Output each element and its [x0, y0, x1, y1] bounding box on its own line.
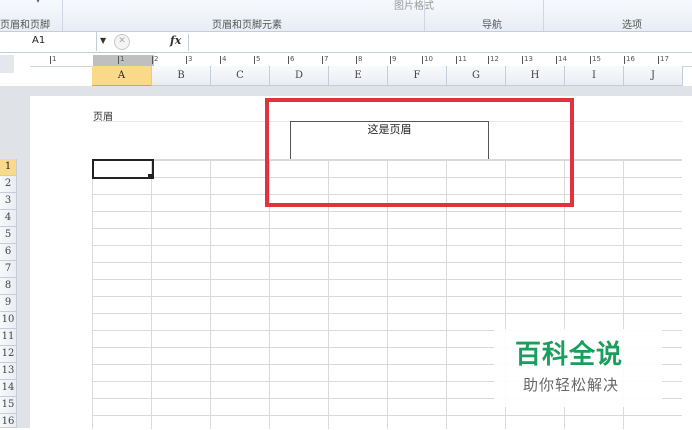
ruler-tick: 1 [117, 55, 125, 64]
ruler-tick: 17 [658, 55, 669, 64]
column-header-j[interactable]: J [624, 66, 683, 86]
ruler-tick: 7 [321, 55, 329, 64]
column-header-d[interactable]: D [270, 66, 329, 86]
ribbon-group-picture-format: 图片格式 [394, 1, 434, 12]
formula-input[interactable] [188, 34, 692, 51]
ribbon-group-header-footer-elements: 页眉和页脚元素 [212, 20, 282, 31]
ruler-tick: 1 [49, 55, 57, 64]
ribbon-group-navigation: 导航 [482, 20, 502, 31]
row-header-3[interactable]: 3 [0, 193, 17, 210]
ruler-tick: 14 [556, 55, 567, 64]
row-header-14[interactable]: 14 [0, 380, 17, 397]
column-header-g[interactable]: G [447, 66, 506, 86]
ribbon-separator [424, 0, 425, 31]
fill-handle[interactable] [148, 174, 152, 178]
name-box[interactable]: A1 [0, 32, 97, 51]
name-box-value: A1 [32, 35, 46, 46]
column-header-e[interactable]: E [329, 66, 388, 86]
row-header-11[interactable]: 11 [0, 329, 17, 346]
ruler-tick: 2 [151, 55, 159, 64]
row-header-13[interactable]: 13 [0, 363, 17, 380]
cancel-icon[interactable]: ✕ [114, 34, 130, 50]
row-header-16[interactable]: 16 [0, 414, 17, 428]
ruler-tick: 8 [355, 55, 363, 64]
watermark: 百科全说 助你轻松解决 [494, 329, 662, 407]
formula-bar: A1 ▼ ✕ fx [0, 32, 692, 53]
watermark-subtitle: 助你轻松解决 [523, 376, 620, 394]
column-header-f[interactable]: F [388, 66, 447, 86]
ruler-tick: 3 [185, 55, 193, 64]
row-header-2[interactable]: 2 [0, 176, 17, 193]
ruler-tick: 6 [287, 55, 295, 64]
row-header-1[interactable]: 1 [0, 159, 17, 176]
dropdown-arrow-icon[interactable]: ▾ [36, 0, 40, 5]
ribbon-separator [62, 0, 63, 31]
column-header-c[interactable]: C [211, 66, 270, 86]
column-header-b[interactable]: B [152, 66, 211, 86]
ribbon: ▾ 页眉和页脚 页眉和页脚元素 图片格式 导航 选项 [0, 0, 692, 32]
row-header-5[interactable]: 5 [0, 227, 17, 244]
ruler-tick: 4 [219, 55, 227, 64]
ruler-tick: 12 [488, 55, 499, 64]
row-header-15[interactable]: 15 [0, 397, 17, 414]
column-header-h[interactable]: H [506, 66, 565, 86]
column-header-a[interactable]: A [92, 66, 152, 86]
name-box-dropdown-icon[interactable]: ▼ [100, 36, 106, 45]
ruler-tick: 13 [522, 55, 533, 64]
ruler-tick: 11 [456, 55, 467, 64]
row-header-8[interactable]: 8 [0, 278, 17, 295]
row-header-12[interactable]: 12 [0, 346, 17, 363]
row-header-10[interactable]: 10 [0, 312, 17, 329]
ribbon-separator [543, 0, 544, 31]
active-cell-a1[interactable] [92, 159, 154, 179]
ruler-tick: 5 [253, 55, 261, 64]
row-header-7[interactable]: 7 [0, 261, 17, 278]
row-header-6[interactable]: 6 [0, 244, 17, 261]
insert-function-icon[interactable]: fx [170, 34, 181, 47]
ruler-tick: 9 [389, 55, 397, 64]
ruler-tick: 15 [590, 55, 601, 64]
column-header-i[interactable]: I [565, 66, 624, 86]
watermark-title: 百科全说 [515, 340, 624, 370]
ruler-tick: 16 [624, 55, 635, 64]
formula-buttons: ✕ fx [112, 32, 188, 51]
ribbon-group-header-footer: 页眉和页脚 [0, 20, 50, 31]
row-header-4[interactable]: 4 [0, 210, 17, 227]
ribbon-group-options: 选项 [622, 20, 642, 31]
ruler-tick: 10 [422, 55, 433, 64]
row-header-9[interactable]: 9 [0, 295, 17, 312]
highlight-box [265, 98, 574, 207]
column-headers: A B C D E F G H I J [0, 66, 692, 86]
